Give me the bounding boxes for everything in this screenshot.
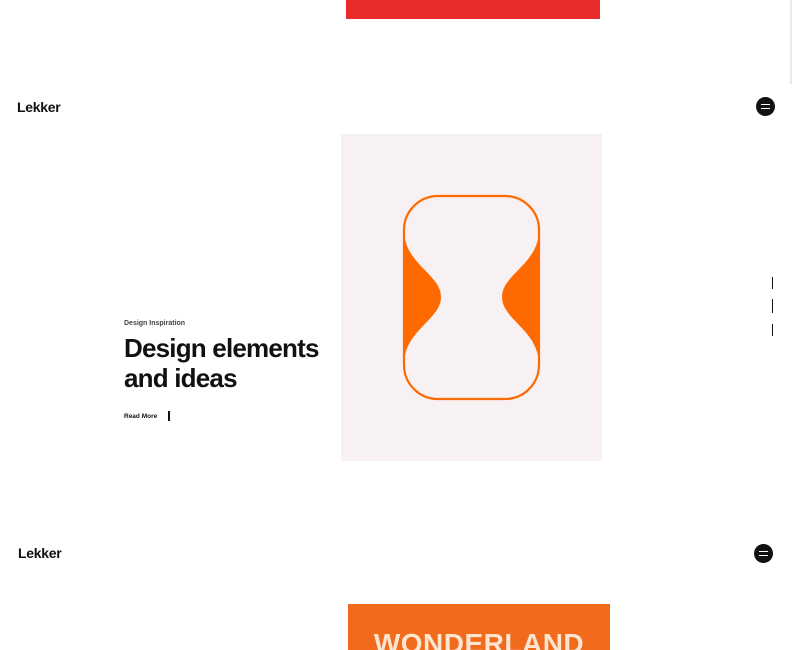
menu-button[interactable] — [756, 97, 775, 116]
eyebrow-label: Design Inspiration — [124, 320, 186, 327]
pager-tick-2[interactable] — [772, 299, 773, 313]
menu-line — [759, 555, 768, 556]
logo[interactable]: Lekker — [17, 99, 61, 115]
featured-card[interactable] — [341, 134, 602, 461]
hourglass-shape-icon — [402, 194, 541, 401]
read-more-label: Read More — [124, 412, 158, 420]
logo-secondary[interactable]: Lekker — [18, 545, 62, 561]
menu-lines-icon — [759, 551, 768, 552]
next-card[interactable]: WONDERLAND — [348, 604, 610, 650]
page-title: Design elements and ideas — [124, 333, 364, 393]
headline-line-1: Design elements — [124, 333, 319, 363]
cursor-bar — [168, 411, 171, 421]
pager-tick-1[interactable] — [772, 277, 773, 289]
menu-line — [761, 108, 770, 109]
menu-lines-icon — [761, 104, 770, 105]
preview-card-red[interactable] — [346, 0, 600, 19]
menu-button-secondary[interactable] — [754, 544, 773, 563]
pager-tick-3[interactable] — [772, 324, 773, 336]
next-card-title: WONDERLAND — [373, 628, 585, 650]
read-more-link[interactable]: Read More — [124, 411, 171, 421]
headline-line-2: and ideas — [124, 363, 238, 393]
